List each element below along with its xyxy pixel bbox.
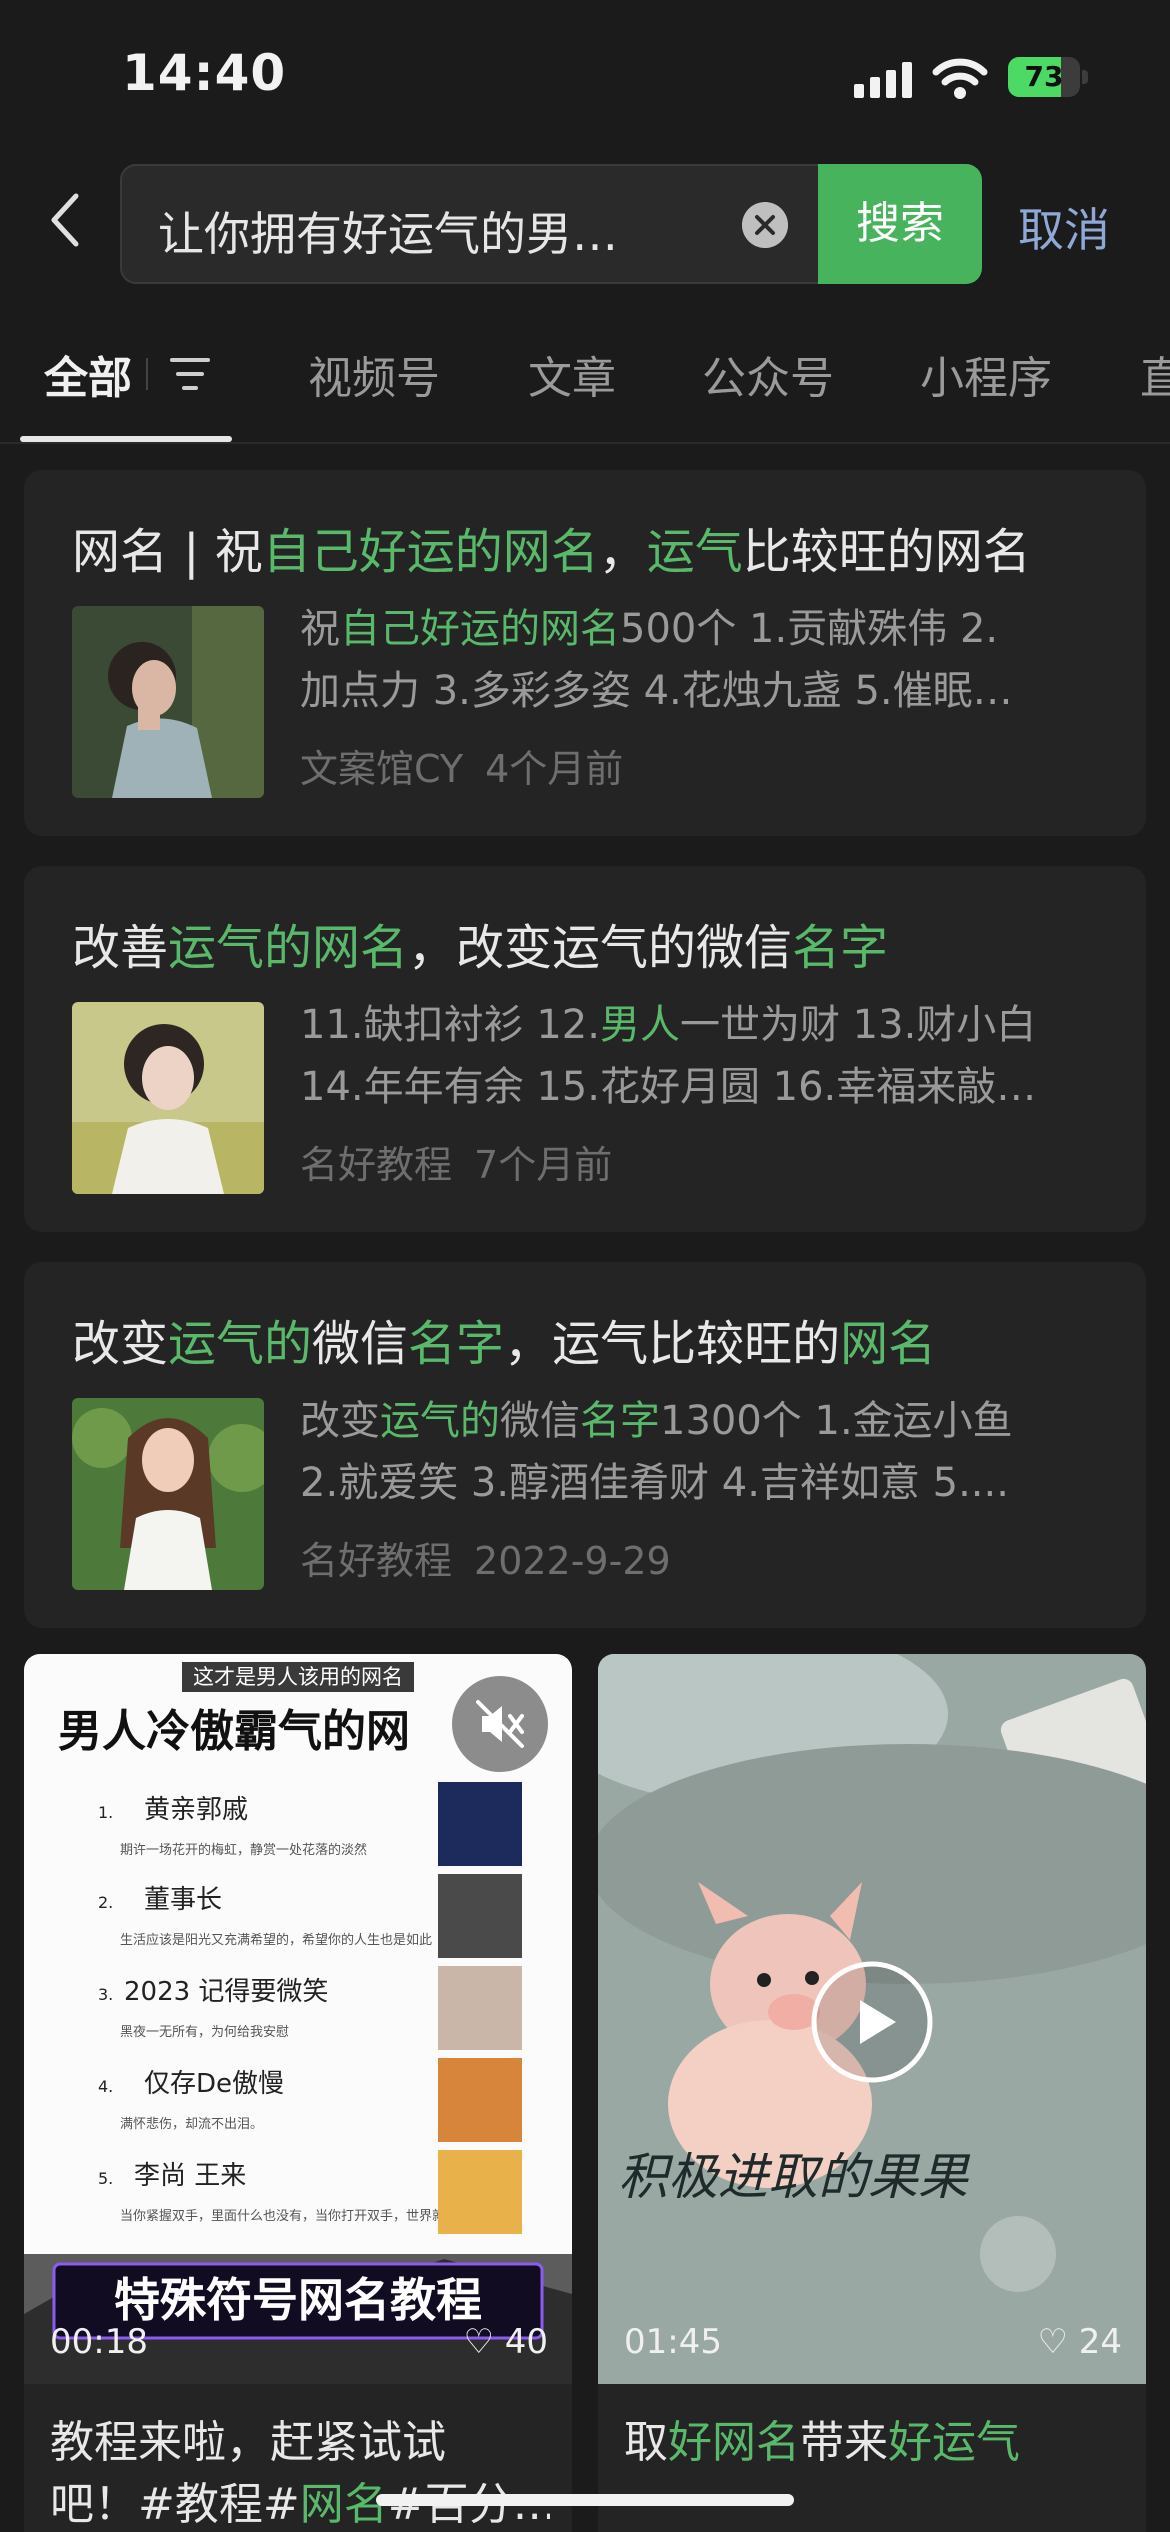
search-button[interactable]: 搜索 bbox=[818, 164, 982, 284]
result-time: 7个月前 bbox=[474, 1143, 613, 1187]
video-title[interactable]: 教程来啦，赶紧试试 吧！#教程#网名#百分… bbox=[50, 2412, 550, 2532]
video-likes: ♡ 24 bbox=[1037, 2322, 1122, 2362]
filter-icon[interactable] bbox=[168, 354, 212, 394]
tab-mini-programs[interactable]: 小程序 bbox=[920, 342, 1052, 406]
heart-icon: ♡ bbox=[1037, 2322, 1068, 2362]
search-bar: 让你拥有好运气的男… 搜索 取消 bbox=[0, 164, 1170, 284]
result-thumbnail[interactable] bbox=[72, 606, 264, 798]
svg-text:仅存De傲慢: 仅存De傲慢 bbox=[144, 2069, 284, 2099]
status-time: 14:40 bbox=[122, 44, 287, 102]
svg-text:4.: 4. bbox=[98, 2077, 113, 2096]
result-summary: 11.缺扣衬衫 12.男人一世为财 13.财小白 14.年年有余 15.花好月圆… bbox=[300, 1002, 1037, 1110]
status-bar: 14:40 73 bbox=[0, 0, 1170, 150]
result-time: 2022-9-29 bbox=[474, 1539, 671, 1583]
svg-text:1.: 1. bbox=[98, 1803, 113, 1822]
svg-text:5.: 5. bbox=[98, 2169, 113, 2188]
video-title[interactable]: 取好网名带来好运气 bbox=[624, 2412, 1124, 2474]
result-summary: 祝自己好运的网名500个 1.贡献殊伟 2. 加点力 3.多彩多姿 4.花烛九盏… bbox=[300, 606, 1013, 714]
clear-icon[interactable] bbox=[742, 202, 788, 248]
result-thumbnail[interactable] bbox=[72, 1398, 264, 1590]
result-source[interactable]: 名好教程 bbox=[300, 1143, 452, 1187]
result-meta: 名好教程 2022-9-29 bbox=[300, 1530, 693, 1585]
back-chevron-icon[interactable] bbox=[42, 190, 90, 250]
video-card[interactable]: 积极进取的果果 01:45 ♡ 24 取好网名带来好运气 bbox=[598, 1654, 1146, 2532]
result-title[interactable]: 改善运气的网名，改变运气的微信名字 bbox=[72, 908, 888, 978]
svg-text:期许一场花开的梅虹，静赏一处花落的淡然: 期许一场花开的梅虹，静赏一处花落的淡然 bbox=[120, 1842, 367, 1858]
video-thumbnail[interactable]: 积极进取的果果 01:45 ♡ 24 bbox=[598, 1654, 1146, 2384]
result-thumbnail[interactable] bbox=[72, 1002, 264, 1194]
video-duration: 00:18 bbox=[50, 2322, 148, 2362]
video-thumbnail[interactable]: 这才是男人该用的网名 男人冷傲霸气的网 1. 黄亲郭戚 期许一场花开的梅虹，静赏… bbox=[24, 1654, 572, 2384]
svg-text:黄亲郭戚: 黄亲郭戚 bbox=[144, 1795, 248, 1825]
result-time: 4个月前 bbox=[485, 747, 624, 791]
video-card[interactable]: 这才是男人该用的网名 男人冷傲霸气的网 1. 黄亲郭戚 期许一场花开的梅虹，静赏… bbox=[24, 1654, 572, 2532]
video-duration: 01:45 bbox=[624, 2322, 722, 2362]
svg-text:3.: 3. bbox=[98, 1985, 113, 2004]
search-input[interactable]: 让你拥有好运气的男… 搜索 bbox=[120, 164, 982, 284]
signal-icon bbox=[854, 62, 912, 98]
result-card[interactable]: 网名 | 祝自己好运的网名，运气比较旺的网名 祝自己好运的网名500个 1.贡献… bbox=[24, 470, 1146, 836]
result-title[interactable]: 改变运气的微信名字，运气比较旺的网名 bbox=[72, 1304, 936, 1374]
cancel-button[interactable]: 取消 bbox=[1018, 194, 1110, 260]
result-tabs: 全部 视频号 文章 公众号 小程序 直 bbox=[0, 322, 1170, 444]
wifi-icon bbox=[932, 58, 988, 99]
svg-text:黑夜一无所有，为何给我安慰: 黑夜一无所有，为何给我安慰 bbox=[120, 2024, 289, 2040]
result-title[interactable]: 网名 | 祝自己好运的网名，运气比较旺的网名 bbox=[72, 512, 1031, 582]
tab-live[interactable]: 直 bbox=[1140, 342, 1170, 406]
result-card[interactable]: 改变运气的微信名字，运气比较旺的网名 改变运气的微信名字1300个 1.金运小鱼… bbox=[24, 1262, 1146, 1628]
svg-text:李尚 王来: 李尚 王来 bbox=[134, 2161, 246, 2191]
svg-text:满怀悲伤，却流不出泪。: 满怀悲伤，却流不出泪。 bbox=[120, 2116, 263, 2132]
result-meta: 文案馆CY 4个月前 bbox=[300, 738, 645, 793]
mute-icon[interactable] bbox=[466, 1690, 534, 1758]
result-card[interactable]: 改善运气的网名，改变运气的微信名字 11.缺扣衬衫 12.男人一世为财 13.财… bbox=[24, 866, 1146, 1232]
search-query[interactable]: 让你拥有好运气的男… bbox=[158, 198, 698, 264]
heart-icon: ♡ bbox=[463, 2322, 494, 2362]
result-source[interactable]: 名好教程 bbox=[300, 1539, 452, 1583]
result-summary: 改变运气的微信名字1300个 1.金运小鱼 2.就爱笑 3.醇酒佳肴财 4.吉祥… bbox=[300, 1398, 1013, 1506]
home-indicator[interactable] bbox=[376, 2494, 794, 2506]
active-tab-indicator bbox=[20, 436, 232, 442]
video-tag: 这才是男人该用的网名 bbox=[193, 1665, 403, 1689]
svg-text:2.: 2. bbox=[98, 1893, 113, 1912]
svg-text:董事长: 董事长 bbox=[144, 1885, 222, 1915]
battery-charging-icon: 73 bbox=[1008, 57, 1088, 97]
tab-separator bbox=[146, 358, 148, 390]
tab-official-accounts[interactable]: 公众号 bbox=[702, 342, 834, 406]
play-icon[interactable] bbox=[810, 1960, 934, 2084]
battery-level: 73 bbox=[1024, 60, 1064, 93]
result-meta: 名好教程 7个月前 bbox=[300, 1134, 634, 1189]
tab-channels[interactable]: 视频号 bbox=[308, 342, 440, 406]
video-banner: 特殊符号网名教程 bbox=[114, 2273, 482, 2327]
video-likes: ♡ 40 bbox=[463, 2322, 548, 2362]
video-handwriting: 积极进取的果果 bbox=[618, 2148, 971, 2206]
tab-articles[interactable]: 文章 bbox=[528, 342, 616, 406]
tab-all[interactable]: 全部 bbox=[44, 342, 132, 406]
video-headline: 男人冷傲霸气的网 bbox=[58, 1706, 410, 1757]
svg-text:生活应该是阳光又充满希望的，希望你的人生也是如此: 生活应该是阳光又充满希望的，希望你的人生也是如此 bbox=[120, 1932, 432, 1948]
svg-text:2023 记得要微笑: 2023 记得要微笑 bbox=[124, 1977, 328, 2007]
result-source[interactable]: 文案馆CY bbox=[300, 747, 463, 791]
